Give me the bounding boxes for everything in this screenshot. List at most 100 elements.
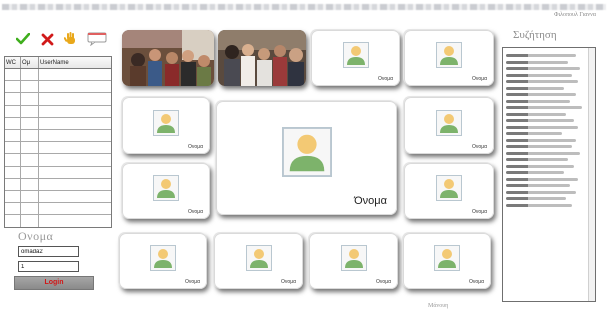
username-field[interactable] — [18, 246, 79, 257]
table-row[interactable] — [5, 81, 111, 94]
participant-name: Ονομα — [472, 144, 487, 150]
table-row[interactable] — [5, 93, 111, 106]
video-tile[interactable]: Ονομα — [404, 163, 494, 219]
table-row[interactable] — [5, 69, 111, 82]
video-tile[interactable]: Ονομα — [119, 233, 207, 289]
table-cell — [21, 105, 39, 117]
table-cell — [39, 81, 111, 92]
video-tile[interactable]: Ονομα — [311, 30, 400, 86]
table-cell — [39, 130, 111, 141]
table-cell — [21, 203, 39, 215]
table-cell — [5, 117, 21, 129]
video-tile[interactable]: Ονομα — [404, 97, 494, 154]
user-avatar-icon — [153, 175, 179, 202]
table-cell — [21, 93, 39, 105]
table-cell — [21, 81, 39, 93]
chat-message-line — [506, 93, 576, 96]
chat-message-line — [506, 80, 578, 83]
video-photo-tile-1[interactable] — [122, 30, 214, 86]
table-cell — [5, 203, 21, 215]
table-cell — [39, 93, 111, 104]
table-cell — [39, 215, 111, 227]
user-list-table[interactable]: WC Ομ UserName — [4, 56, 112, 229]
video-tile[interactable]: Ονομα — [122, 163, 210, 219]
participant-name: Ονομα — [188, 144, 203, 150]
table-cell — [21, 69, 39, 81]
video-photo-tile-2[interactable] — [218, 30, 306, 86]
chat-message-line — [506, 197, 566, 200]
chat-message-line — [506, 119, 574, 122]
chat-message-line — [506, 158, 568, 161]
chat-message-line — [506, 54, 576, 57]
video-tile[interactable]: Ονομα — [214, 233, 303, 289]
table-cell — [39, 179, 111, 190]
table-row[interactable] — [5, 190, 111, 204]
table-cell — [5, 81, 21, 93]
chat-message-line — [506, 138, 576, 142]
table-cell — [39, 203, 111, 214]
table-row[interactable] — [5, 215, 111, 228]
column-header-team[interactable]: Ομ — [21, 57, 39, 68]
check-icon[interactable] — [14, 30, 32, 48]
chat-message-line — [506, 60, 568, 64]
user-avatar-icon — [281, 127, 332, 178]
password-field[interactable] — [18, 261, 79, 272]
table-row[interactable] — [5, 203, 111, 216]
header-user-name: Φιλοπουλ Γιαννα — [554, 12, 596, 18]
chat-message-line — [506, 67, 580, 70]
table-row[interactable] — [5, 129, 111, 143]
user-avatar-icon — [434, 245, 460, 272]
participant-name: Ονομα — [472, 76, 487, 82]
chat-scrollbar[interactable] — [588, 48, 595, 301]
table-row[interactable] — [5, 178, 111, 191]
table-cell — [39, 69, 111, 80]
cross-icon[interactable] — [38, 30, 56, 48]
table-cell — [5, 105, 21, 117]
user-avatar-icon — [245, 245, 272, 272]
table-cell — [21, 215, 39, 228]
table-cell — [5, 93, 21, 105]
column-header-wc[interactable]: WC — [5, 57, 21, 68]
user-avatar-icon — [150, 245, 176, 272]
chat-bubble-icon[interactable] — [86, 30, 108, 48]
table-row[interactable] — [5, 166, 111, 179]
chat-messages-box[interactable] — [502, 47, 596, 302]
user-avatar-icon — [436, 109, 462, 136]
table-cell — [5, 154, 21, 166]
header-text-blur — [2, 4, 606, 10]
login-button[interactable]: Login — [14, 276, 94, 290]
chat-message-line — [506, 73, 572, 77]
table-row[interactable] — [5, 105, 111, 118]
table-row[interactable] — [5, 142, 111, 155]
column-header-username[interactable]: UserName — [39, 57, 111, 68]
table-cell — [5, 190, 21, 203]
main-participant-name: Όνομα — [354, 195, 387, 207]
table-cell — [39, 106, 111, 117]
main-video-tile[interactable]: Όνομα — [216, 101, 397, 215]
chat-message-line — [506, 203, 572, 207]
participant-name: Ονομα — [378, 76, 393, 82]
user-avatar-icon — [342, 42, 369, 69]
video-tile[interactable]: Ονομα — [404, 30, 494, 86]
participant-name: Ονομα — [281, 279, 296, 285]
login-title: Ονομα — [18, 229, 54, 243]
user-table-body — [5, 69, 111, 228]
chat-message-line — [506, 171, 564, 174]
hand-icon[interactable] — [62, 30, 80, 48]
video-tile[interactable]: Ονομα — [309, 233, 398, 289]
chat-title: Συζήτηση — [513, 29, 557, 41]
table-cell — [21, 178, 39, 190]
table-row[interactable] — [5, 154, 111, 167]
chat-message-line — [506, 112, 566, 116]
user-avatar-icon — [436, 175, 462, 202]
table-cell — [21, 129, 39, 142]
table-cell — [21, 142, 39, 154]
video-tile[interactable]: Ονομα — [122, 97, 210, 154]
chat-message-line — [506, 177, 578, 181]
table-row[interactable] — [5, 117, 111, 130]
video-tile[interactable]: Ονομα — [403, 233, 491, 289]
participant-name: Ονομα — [472, 209, 487, 215]
user-avatar-icon — [340, 245, 367, 272]
chat-message-line — [506, 99, 570, 103]
footer-label: Μάνουη — [428, 303, 449, 309]
